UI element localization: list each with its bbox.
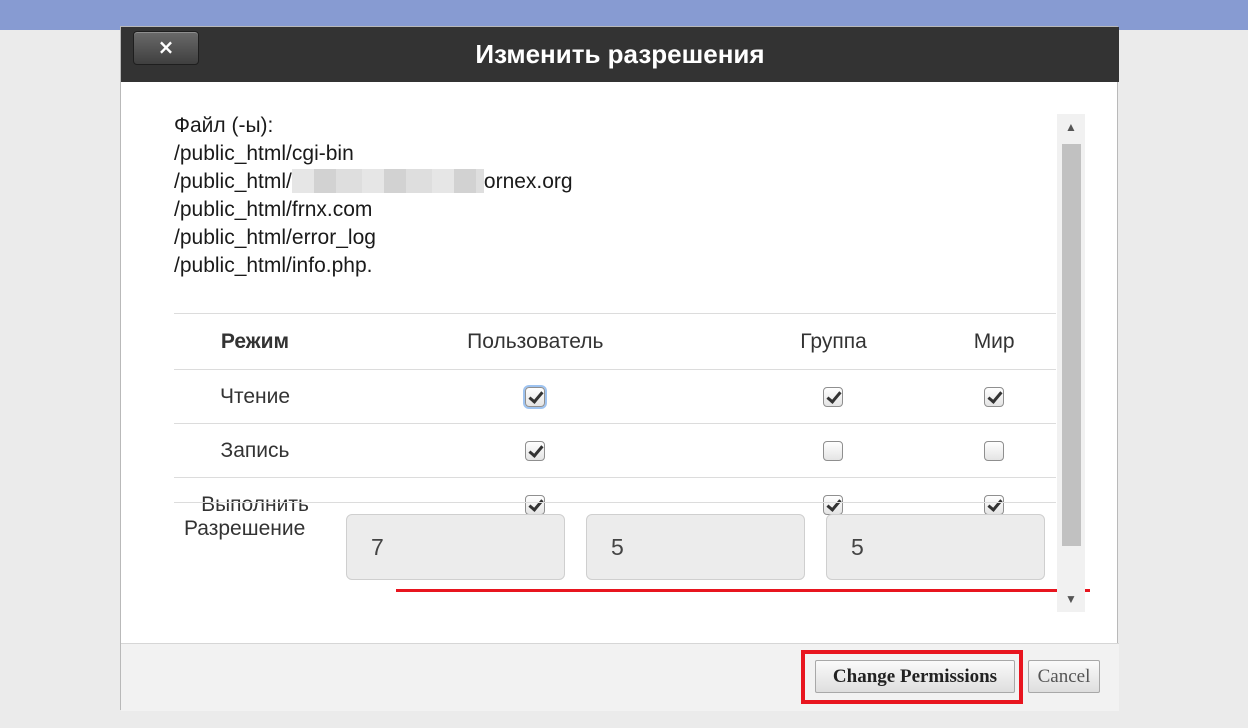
write-group-checkbox[interactable] [823, 440, 844, 461]
row-label-read: Чтение [219, 384, 291, 408]
scroll-down-icon[interactable]: ▼ [1057, 586, 1085, 612]
scroll-up-icon[interactable]: ▲ [1057, 114, 1085, 140]
row-label-write: Запись [220, 438, 290, 462]
file-list: Файл (-ы): /public_html/cgi-bin /public_… [174, 112, 573, 280]
read-user-checkbox[interactable] [525, 386, 546, 407]
write-user-checkbox[interactable] [525, 440, 546, 461]
write-world-checkbox[interactable] [984, 440, 1005, 461]
column-header-world: Мир [973, 329, 1015, 353]
highlight-underline [396, 589, 1090, 592]
files-label: Файл (-ы): [174, 114, 274, 137]
vertical-scrollbar[interactable]: ▲ ▼ [1057, 114, 1085, 612]
column-header-user: Пользователь [467, 329, 604, 353]
permission-row: Разрешение [174, 502, 1090, 603]
dialog-footer: Change Permissions Cancel [121, 643, 1119, 711]
group-permission-input[interactable] [586, 514, 805, 580]
file-item: /public_html/frnx.com [174, 198, 373, 221]
dialog-title-bar: × Изменить разрешения [121, 27, 1119, 82]
file-item: /public_html/error_log [174, 226, 376, 249]
redacted-text [291, 169, 484, 193]
table-header-row: Режим Пользователь Группа Мир [174, 313, 1056, 370]
column-header-mode: Режим [220, 329, 290, 353]
read-group-checkbox[interactable] [823, 386, 844, 407]
user-permission-input[interactable] [346, 514, 565, 580]
table-row-write: Запись [174, 423, 1056, 478]
change-permissions-button[interactable]: Change Permissions [815, 660, 1015, 693]
dialog-content[interactable]: Файл (-ы): /public_html/cgi-bin /public_… [121, 82, 1119, 643]
read-world-checkbox[interactable] [984, 386, 1005, 407]
column-header-group: Группа [800, 329, 867, 353]
world-permission-input[interactable] [826, 514, 1045, 580]
table-row-read: Чтение [174, 369, 1056, 424]
scroll-thumb[interactable] [1062, 144, 1081, 546]
file-item: /public_html/ornex.org [174, 169, 573, 193]
file-item: /public_html/info.php. [174, 254, 373, 277]
file-item: /public_html/cgi-bin [174, 142, 354, 165]
change-permissions-dialog: × Изменить разрешения Файл (-ы): /public… [120, 26, 1119, 711]
dialog-title: Изменить разрешения [475, 39, 765, 69]
cancel-button[interactable]: Cancel [1028, 660, 1100, 693]
permissions-table: Режим Пользователь Группа Мир Чтение Зап… [174, 313, 1056, 532]
permission-label: Разрешение [184, 517, 306, 540]
